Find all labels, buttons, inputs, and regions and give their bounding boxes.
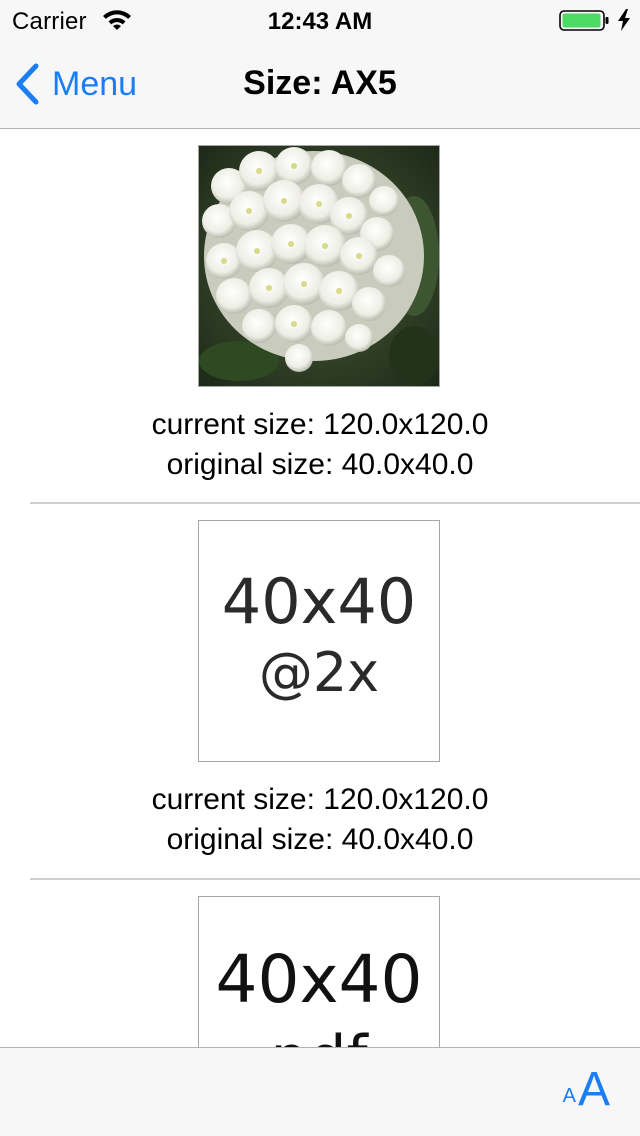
flower-photo: [198, 145, 440, 387]
screen: Carrier 12:43 AM Menu Size: AX5 current …: [0, 0, 640, 1136]
placeholder-size-text: 40x40: [215, 941, 423, 1018]
list-item: current size: 120.0x120.0 original size:…: [0, 129, 640, 503]
current-size-label: current size: 120.0x120.0: [151, 783, 489, 816]
text-size-button[interactable]: A A: [563, 1066, 610, 1114]
placeholder-scale-text: @2x: [258, 641, 380, 704]
placeholder-image: 40x40 @2x: [198, 520, 440, 762]
bottom-toolbar: A A: [0, 1047, 640, 1136]
current-size-label: current size: 120.0x120.0: [151, 408, 489, 441]
status-bar: Carrier 12:43 AM: [0, 0, 640, 40]
original-size-label: original size: 40.0x40.0: [166, 448, 474, 481]
bolt-icon: [618, 9, 630, 31]
placeholder-image: 40x40 pdf: [198, 896, 440, 1047]
text-size-large-glyph: A: [577, 1063, 610, 1116]
flower-photo-image: [199, 146, 439, 386]
battery-icon: [559, 10, 609, 31]
original-size-label: original size: 40.0x40.0: [166, 823, 474, 856]
text-size-small-glyph: A: [562, 1085, 576, 1107]
navigation-bar: Menu Size: AX5: [0, 40, 640, 129]
placeholder-format-text: pdf: [199, 1025, 439, 1047]
list-item: 40x40 pdf: [0, 880, 640, 1047]
clock-label: 12:43 AM: [267, 8, 373, 35]
placeholder-size-text: 40x40: [221, 565, 417, 638]
list-item: 40x40 @2x current size: 120.0x120.0 orig…: [0, 504, 640, 878]
image-list[interactable]: current size: 120.0x120.0 original size:…: [0, 129, 640, 1047]
page-title: Size: AX5: [243, 64, 397, 102]
